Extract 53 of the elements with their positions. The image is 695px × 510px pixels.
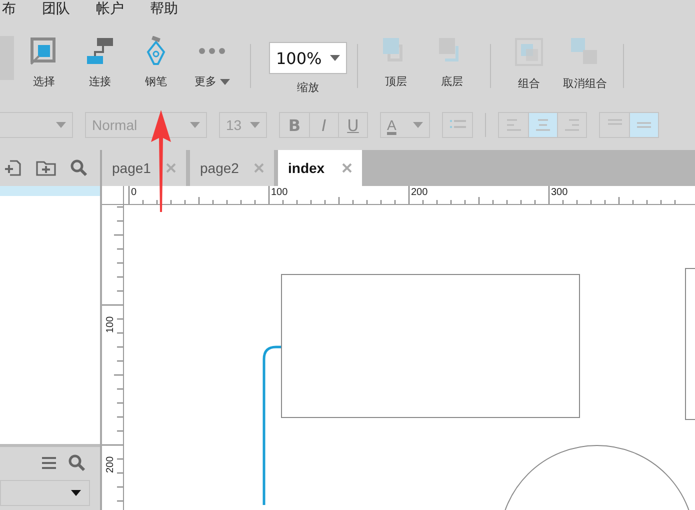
dropdown-field[interactable] [0,480,90,506]
close-icon[interactable] [254,163,264,173]
menu-item[interactable]: 帮助 [150,2,178,16]
page-tab[interactable]: page2 [190,150,274,186]
caret-icon [56,122,66,128]
close-icon[interactable] [342,163,352,173]
caret-icon [190,122,200,128]
ruler-label: 200 [411,188,428,198]
page-tab[interactable]: index [278,150,362,186]
menu-item[interactable]: 团队 [42,2,70,16]
align-icon [506,119,520,131]
group-icon [513,36,545,68]
align-icon [536,119,550,131]
font-family-dropdown[interactable] [0,112,73,138]
toolbar-button[interactable]: 更多 [184,36,240,89]
pen-icon [144,36,168,66]
toolbar-button[interactable]: 顶层 [368,36,424,89]
close-icon[interactable] [166,163,176,173]
ruler-label: 200 [106,456,116,473]
toolbar-button[interactable]: 钢笔 [128,36,184,89]
add-folder-icon[interactable] [36,159,56,177]
ruler-label: 0 [131,188,137,198]
connector-icon [85,36,115,66]
vertical-align-button[interactable] [629,113,658,137]
toolbar-button[interactable]: 选择 [16,36,72,89]
caret-icon [330,55,340,61]
caret-icon [71,490,81,496]
page-list-row[interactable] [0,186,100,196]
connector-line[interactable] [262,345,282,505]
zoom-dropdown[interactable]: 100% [269,42,347,74]
caret-icon [250,122,260,128]
toolbar-button[interactable]: 取消组合 [557,36,613,91]
menu-icon[interactable] [42,456,56,468]
menu-item[interactable]: 帐户 [96,2,124,16]
align-button[interactable] [528,113,557,137]
ruler-label: 300 [551,188,568,198]
search-icon[interactable] [68,454,86,472]
caret-icon [220,79,230,85]
ruler-label: 100 [271,188,288,198]
align-icon [565,119,579,131]
list-icon [450,119,466,131]
more-dots-icon [197,48,227,54]
menu-item[interactable]: 布 [2,2,16,16]
add-page-icon[interactable] [4,159,22,177]
rectangle-shape[interactable] [281,274,580,418]
toolbar-button[interactable]: 底层 [424,36,480,89]
toolbar-button[interactable]: 组合 [501,36,557,91]
ruler-label: 100 [106,316,116,333]
tool-label: 缩放 [297,80,319,95]
toolbar-button[interactable]: 连接 [72,36,128,89]
page-tab[interactable]: page1 [102,150,186,186]
caret-icon [413,122,423,128]
search-icon[interactable] [70,159,88,177]
